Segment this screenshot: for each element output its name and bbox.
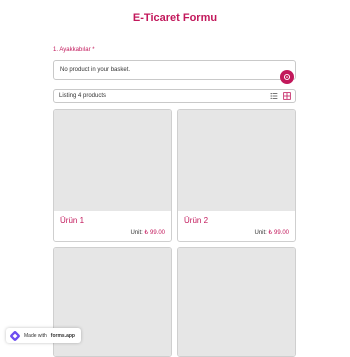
listing-count-text: Listing 4 products [59,93,107,99]
made-with-badge[interactable]: Made with forms.app [6,328,81,343]
product-card-1[interactable]: Ürün 1 Unit: ₺ 99.00 [53,109,172,242]
price-value: ₺ 99.00 [144,230,166,236]
basket-icon [283,73,291,81]
forms-app-logo-icon [10,330,20,341]
product-card-4[interactable] [177,247,296,357]
basket-button[interactable] [280,70,294,84]
badge-prefix: Made with [24,332,47,339]
unit-label: Unit: [130,230,143,236]
product-price: Unit: ₺ 99.00 [254,229,289,236]
product-price: Unit: ₺ 99.00 [130,229,165,236]
product-name: Ürün 2 [184,216,209,225]
list-view-icon[interactable] [270,92,278,100]
product-card-2[interactable]: Ürün 2 Unit: ₺ 99.00 [177,109,296,242]
product-name: Ürün 1 [60,216,85,225]
product-image-placeholder [178,248,295,356]
product-image-placeholder [178,110,295,211]
badge-brand: forms.app [50,332,75,339]
unit-label: Unit: [254,230,267,236]
required-mark: * [92,47,95,53]
grid-view-icon[interactable] [283,92,291,100]
basket-empty-text: No product in your basket. [60,67,131,73]
price-value: ₺ 99.00 [268,230,290,236]
question-label: 1. Ayakkabılar * [53,47,95,53]
page-title: E-Ticaret Formu [132,12,218,24]
basket-box: No product in your basket. [53,60,296,80]
question-label-text: 1. Ayakkabılar [53,47,91,53]
product-image-placeholder [54,110,171,211]
listing-bar: Listing 4 products [53,89,296,103]
